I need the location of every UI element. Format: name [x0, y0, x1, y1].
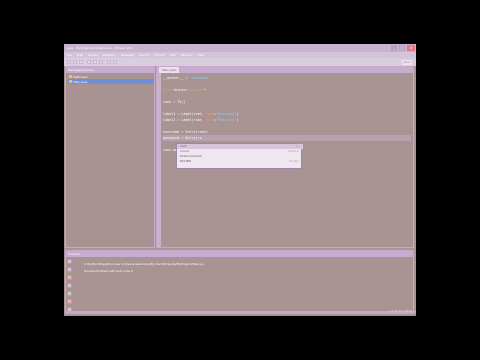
new-file-icon[interactable] — [67, 60, 71, 64]
code-token: "Password" — [216, 118, 237, 122]
menu-source[interactable]: Source — [88, 53, 98, 57]
code-token: password = Entry(ro — [163, 136, 202, 140]
package-explorer: Package Explorer MyProject Main.java — [65, 66, 155, 248]
console-line: C:\Python34\python.exe C:/Users/username… — [84, 262, 204, 266]
editor-tab-main[interactable]: Main.java — [159, 67, 180, 73]
file-icon — [69, 80, 72, 83]
menu-run[interactable]: Run — [170, 53, 176, 57]
close-button[interactable]: x — [407, 45, 415, 51]
code-token: "Username" — [216, 112, 237, 116]
new-class-icon[interactable] — [107, 60, 111, 64]
status-bar: 11:19 LF UTF-8 — [66, 309, 416, 313]
autocomplete-item[interactable]: ROUND tkinter — [177, 159, 303, 164]
print-console-icon[interactable] — [67, 291, 72, 296]
autocomplete-item-label: ROUND — [180, 159, 192, 163]
code-token: tkinter — [173, 88, 190, 92]
menu-project[interactable]: Project — [155, 53, 165, 57]
code-token: username = Entry(root) — [163, 130, 208, 134]
perspective-switcher[interactable]: Java — [401, 60, 412, 65]
tree-item-label: MyProject — [73, 74, 88, 79]
folder-icon — [69, 75, 72, 78]
autocomplete-popup[interactable]: root Tk round builtins RowConstraint ROUND tki… — [176, 143, 303, 169]
menu-items: File Edit Source Refactor Navigate Searc… — [67, 53, 204, 57]
project-tree: MyProject Main.java — [68, 74, 154, 84]
console-title: Console — [68, 252, 80, 256]
autocomplete-list: root Tk round builtins RowConstraint ROUND tki… — [177, 144, 303, 164]
run-icon[interactable] — [93, 60, 97, 64]
menu-help[interactable]: Help — [197, 53, 204, 57]
menu-refactor[interactable]: Refactor — [103, 53, 116, 57]
scroll-down-icon[interactable] — [67, 267, 72, 272]
editor-gutter — [157, 73, 161, 247]
package-explorer-title: Package Explorer — [68, 68, 94, 72]
menu-window[interactable]: Window — [181, 53, 193, 57]
code-token: ) — [236, 112, 239, 116]
clear-icon[interactable] — [67, 299, 72, 304]
code-token: * — [201, 88, 206, 92]
save-icon[interactable] — [73, 60, 77, 64]
code-token: import — [189, 88, 202, 92]
wrap-icon[interactable] — [67, 283, 72, 288]
stop-icon[interactable] — [67, 275, 72, 280]
code-token: label2 = Label(root, — [163, 118, 206, 122]
menu-navigate[interactable]: Navigate — [121, 53, 134, 57]
code-token: 'username' — [189, 76, 210, 80]
code-token: root = Tk() — [163, 100, 186, 104]
console-header: Console — [66, 251, 413, 257]
code-token: text — [205, 112, 215, 116]
debug-icon[interactable] — [87, 60, 91, 64]
toolbar: Java — [64, 58, 416, 66]
code-token: __author__ = — [163, 76, 190, 80]
autocomplete-item-hint: builtins — [288, 149, 299, 153]
menu-file[interactable]: File — [67, 53, 72, 57]
window-title: Java - MyProject/src/Main.java - Eclipse… — [67, 46, 133, 50]
maximize-button[interactable]: □ — [399, 45, 405, 51]
tree-item[interactable]: Main.java — [68, 79, 154, 84]
open-type-icon[interactable] — [113, 60, 117, 64]
code-token: ) — [236, 118, 239, 122]
menu-edit[interactable]: Edit — [77, 53, 83, 57]
console-line: Process finished with exit code 0 — [84, 269, 134, 273]
editor-tab-bar: Main.java — [157, 67, 413, 73]
console-output: C:\Python34\python.exe C:/Users/username… — [84, 262, 410, 276]
menu-search[interactable]: Search — [139, 53, 149, 57]
code-token: from — [163, 88, 174, 92]
console-toolbar — [67, 259, 73, 312]
print-icon[interactable] — [79, 60, 83, 64]
external-tools-icon[interactable] — [99, 60, 103, 64]
tree-item-label: Main.java — [73, 79, 88, 84]
window-controls: _ □ x — [391, 44, 415, 52]
status-text: 11:19 LF UTF-8 — [389, 309, 412, 313]
code-token: text — [205, 118, 215, 122]
console-panel: Console C:\Python34\python.exe C:/Users/… — [65, 250, 416, 314]
ide-window: Java - MyProject/src/Main.java - Eclipse… — [64, 44, 416, 316]
package-explorer-header: Package Explorer — [66, 67, 154, 73]
minimize-button[interactable]: _ — [391, 45, 397, 51]
autocomplete-item-hint: tkinter — [289, 159, 299, 163]
rerun-icon[interactable] — [67, 259, 72, 264]
code-area[interactable]: __author__ = 'username' from tkinter impo… — [163, 75, 411, 153]
title-bar: Java - MyProject/src/Main.java - Eclipse… — [64, 44, 416, 52]
code-token: label1 = Label(root, — [163, 112, 206, 116]
